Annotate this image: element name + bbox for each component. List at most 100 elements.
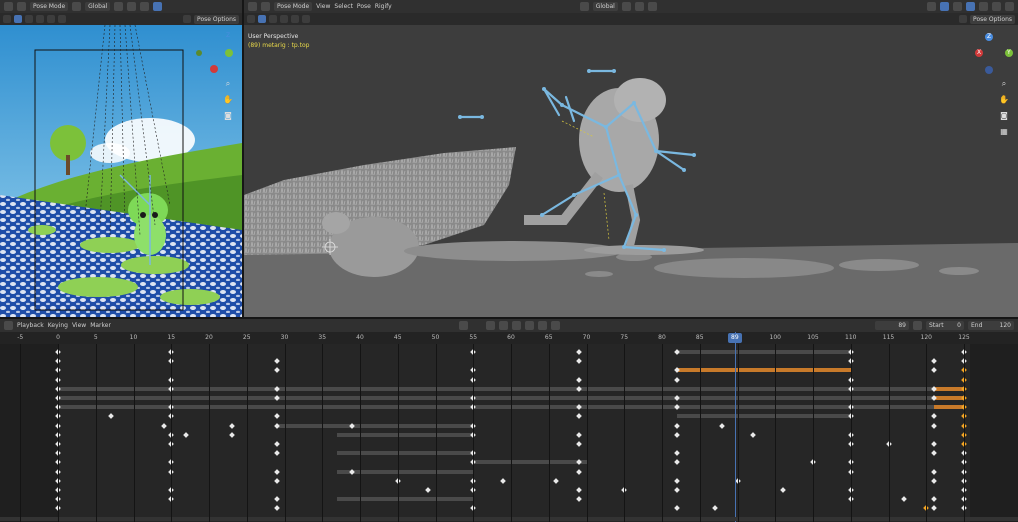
keyframe-hold (276, 423, 474, 428)
shading-rendered-icon[interactable] (1005, 2, 1014, 11)
menu-rigify[interactable]: Rigify (375, 3, 392, 10)
left-zoom-icon[interactable]: ⌕ (222, 78, 234, 90)
mode-selector[interactable]: Pose Mode (30, 2, 69, 11)
editor-type-icon[interactable] (4, 2, 13, 11)
left-viewport[interactable]: Z (0, 25, 242, 317)
timeline-editor-icon[interactable] (4, 321, 13, 330)
end-frame-field[interactable]: End 120 (968, 321, 1014, 330)
timeline-body[interactable] (0, 344, 1018, 522)
timeline-ruler[interactable]: -5 0 5 10 15 20 25 30 35 40 45 50 55 60 65 70 75 80 85 89 10… (0, 332, 1018, 344)
pivot-icon-main[interactable] (621, 2, 631, 11)
snap-icon[interactable] (127, 2, 137, 11)
grid-line (20, 344, 22, 522)
gizmo-toggle-icon-main[interactable] (940, 2, 949, 11)
keyframe-hold (933, 396, 964, 400)
shading-solid-icon[interactable] (979, 2, 988, 11)
play-icon[interactable] (524, 321, 534, 330)
main-grid-icon[interactable]: ▦ (998, 126, 1010, 138)
ruler-tick: 5 (93, 334, 98, 341)
ruler-tick: 35 (318, 334, 327, 341)
select-mode-icon-main-4[interactable] (302, 15, 310, 23)
overlay-icon[interactable] (953, 2, 962, 11)
viewport-overlay-title: User Perspective (248, 33, 299, 40)
pose-options-button[interactable]: Pose Options (194, 14, 239, 24)
grid-line (397, 344, 399, 522)
end-value: 120 (999, 322, 1011, 329)
select-mode-icon[interactable] (25, 15, 33, 23)
menu-select[interactable]: Select (334, 3, 353, 10)
toolbar-toggle-icon-main[interactable] (247, 15, 255, 23)
record-icon[interactable] (458, 321, 468, 330)
xray-icon[interactable] (966, 2, 975, 11)
mode-icon-main (261, 2, 270, 11)
toolbar-toggle-icon[interactable] (3, 15, 11, 23)
orientation-selector-main[interactable]: Global (592, 2, 618, 11)
current-frame-field[interactable]: 89 (875, 321, 909, 330)
select-box-icon-main[interactable] (258, 15, 266, 23)
grid-line (699, 344, 701, 522)
select-mode-icon-4[interactable] (58, 15, 66, 23)
main-pan-icon[interactable]: ✋ (998, 94, 1010, 106)
timeline-body-outside-range-end (970, 344, 1018, 522)
clock-icon[interactable] (913, 321, 922, 330)
playhead-frame-badge[interactable]: 89 (728, 333, 742, 343)
grid-line (775, 344, 777, 522)
keyframe-hold (677, 414, 851, 419)
timeline-header: Playback Keying View Marker 89 Start 0 E… (0, 319, 1018, 332)
select-box-icon[interactable] (14, 15, 22, 23)
timeline-menu-view[interactable]: View (72, 322, 86, 329)
left-pan-icon[interactable]: ✋ (222, 94, 234, 106)
main-zoom-icon[interactable]: ⌕ (998, 78, 1010, 90)
jump-start-icon[interactable] (485, 321, 495, 330)
timeline-menu-keying[interactable]: Keying (48, 322, 68, 329)
next-keyframe-icon[interactable] (537, 321, 547, 330)
visibility-icon[interactable] (927, 2, 936, 11)
keyframe-hold (337, 469, 474, 474)
end-label: End (971, 322, 983, 329)
ruler-tick: 100 (769, 334, 781, 341)
select-mode-icon-main-3[interactable] (291, 15, 299, 23)
ruler-tick: 20 (205, 334, 213, 341)
timeline-menu-playback[interactable]: Playback (17, 322, 44, 329)
snap-icon-main[interactable] (634, 2, 644, 11)
orientation-selector[interactable]: Global (85, 2, 111, 11)
prev-keyframe-icon[interactable] (498, 321, 508, 330)
timeline-scrollbar[interactable] (0, 517, 1018, 521)
ruler-tick: 110 (845, 334, 857, 341)
grid-line (926, 344, 928, 522)
start-value: 0 (957, 322, 961, 329)
viewport-overlay-subtitle: (89) metarig : tp.top (248, 42, 310, 49)
menu-pose[interactable]: Pose (357, 3, 371, 10)
grid-line (737, 344, 739, 522)
gizmo-z-label: Z (226, 32, 230, 39)
timeline-menu-marker[interactable]: Marker (90, 322, 111, 329)
ruler-tick: 120 (920, 334, 932, 341)
shading-material-icon[interactable] (992, 2, 1001, 11)
mode-selector-main[interactable]: Pose Mode (274, 2, 313, 11)
select-mode-icon-main-2[interactable] (280, 15, 288, 23)
left-camera-icon[interactable]: ◙ (222, 110, 234, 122)
pivot-icon[interactable] (114, 2, 124, 11)
gizmo-toggle-icon[interactable] (153, 2, 163, 11)
ruler-tick: 105 (807, 334, 819, 341)
playhead-line[interactable] (735, 332, 736, 522)
main-camera-icon[interactable]: ◙ (998, 110, 1010, 122)
menu-view[interactable]: View (316, 3, 330, 10)
x-mirror-icon-main[interactable] (959, 15, 968, 23)
jump-end-icon[interactable] (550, 321, 560, 330)
select-mode-icon-main[interactable] (269, 15, 277, 23)
select-mode-icon-3[interactable] (47, 15, 55, 23)
grid-line (586, 344, 588, 522)
main-viewport[interactable] (244, 25, 1018, 317)
grid-line (133, 344, 135, 522)
proportional-icon-main[interactable] (647, 2, 657, 11)
play-reverse-icon[interactable] (511, 321, 521, 330)
start-frame-field[interactable]: Start 0 (926, 321, 964, 330)
ruler-tick: -5 (17, 334, 24, 341)
select-mode-icon-2[interactable] (36, 15, 44, 23)
x-mirror-icon[interactable] (183, 15, 192, 23)
editor-type-icon-main[interactable] (248, 2, 257, 11)
pose-options-button-main[interactable]: Pose Options (970, 14, 1015, 24)
proportional-icon[interactable] (140, 2, 150, 11)
main-viewport-header: Pose Mode View Select Pose Rigify Global (244, 0, 1018, 13)
